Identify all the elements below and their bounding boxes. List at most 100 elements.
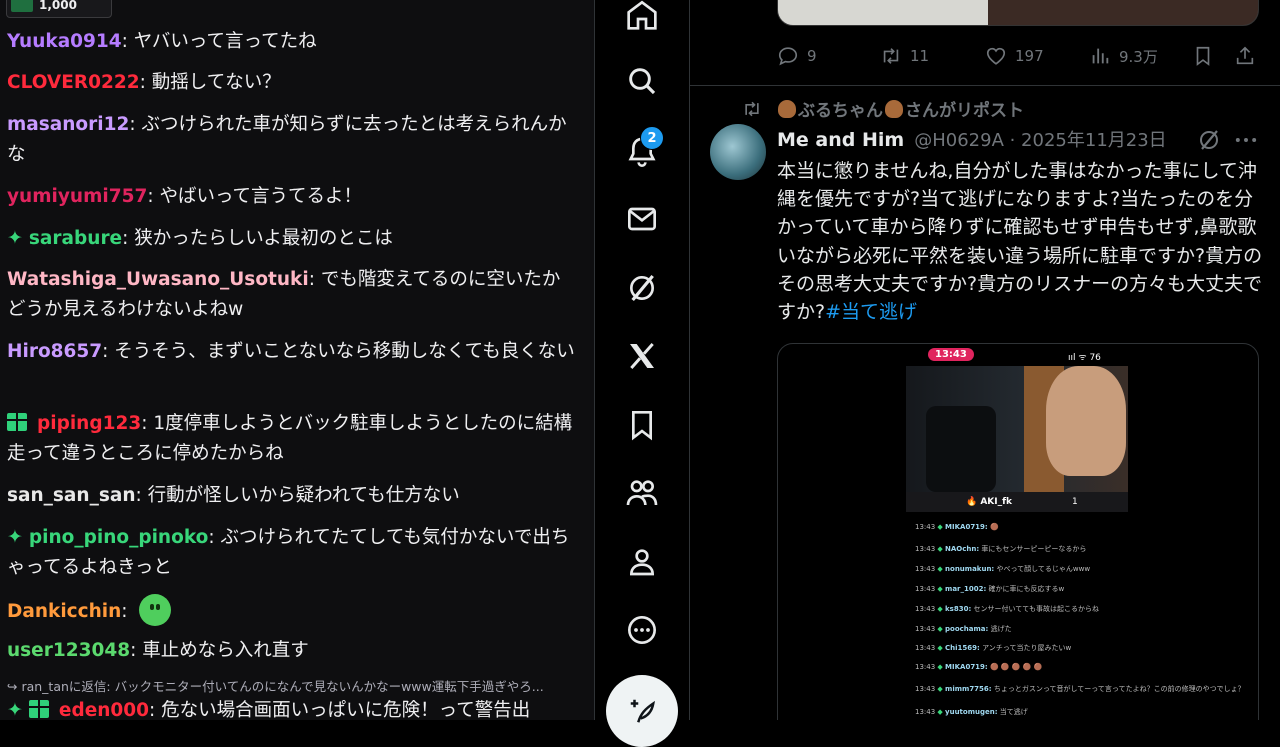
chat-message: Dankicchin: bbox=[7, 594, 577, 627]
embedded-chat-user: yuutomugen: bbox=[945, 708, 998, 716]
embedded-chat-line: 13:43 ◆ NAOchn: 車にもセンサーピーピーなるから bbox=[915, 544, 1086, 554]
media-left-part bbox=[778, 0, 988, 25]
chat-text: やばいって言うてるよ！ bbox=[159, 186, 363, 207]
chat-text: 危ない場合画面いっぱいに危険！って警告出 bbox=[161, 700, 531, 720]
embedded-chat-time: 13:43 bbox=[915, 565, 936, 573]
bookmark-icon bbox=[1196, 46, 1210, 66]
embedded-chat-text: センサー付いてても事故は起こるからね bbox=[973, 605, 1099, 613]
person-icon bbox=[629, 549, 655, 576]
chat-username[interactable]: yumiyumi757 bbox=[7, 186, 147, 207]
chat-username[interactable]: Watashiga_Uwasano_Usotuki bbox=[7, 269, 309, 290]
compose-post-button[interactable] bbox=[606, 675, 678, 747]
embedded-chat-line: 13:43 ◆ yuutomugen: 当て逃げ bbox=[915, 707, 1028, 717]
sparkle-badge-icon: ◆ bbox=[935, 708, 946, 716]
repost-icon bbox=[883, 48, 899, 64]
chat-username[interactable]: masanori12 bbox=[7, 114, 129, 135]
embedded-chat-user: MIKA0719: bbox=[945, 523, 988, 531]
embedded-chat-text: 当て逃げ bbox=[999, 708, 1028, 716]
embedded-chat-line: 13:43 ◆ MIKA0719: 🟤 bbox=[915, 523, 999, 531]
nav-communities[interactable] bbox=[620, 471, 664, 515]
x-logo-icon bbox=[630, 343, 654, 369]
chat-text: そうそう、まずいことないなら移動しなくても良くない bbox=[114, 341, 575, 362]
like-count: 197 bbox=[1015, 47, 1044, 65]
reply-button[interactable]: 9 bbox=[777, 40, 817, 72]
chat-top-badge[interactable]: 1,000 bbox=[6, 0, 112, 18]
search-icon bbox=[629, 68, 656, 95]
nav-bookmarks[interactable] bbox=[620, 403, 664, 447]
like-button[interactable]: 197 bbox=[985, 40, 1044, 72]
envelope-icon bbox=[628, 207, 656, 231]
post-text: 本当に懲りませんね,自分がした事はなかった事にして沖縄を優先ですが?当て逃げにな… bbox=[777, 157, 1267, 326]
embedded-chat-time: 13:43 bbox=[915, 663, 936, 671]
nav-messages[interactable] bbox=[620, 197, 664, 241]
feather-plus-icon bbox=[630, 699, 655, 723]
sparkle-badge-icon: ◆ bbox=[935, 685, 946, 693]
sparkle-badge-icon: ◆ bbox=[935, 545, 946, 553]
chat-message: yumiyumi757: やばいって言うてるよ！ bbox=[7, 186, 363, 207]
green-face-emote-icon bbox=[139, 594, 172, 626]
heart-icon bbox=[986, 47, 1006, 65]
repost-button[interactable]: 11 bbox=[880, 40, 929, 72]
embedded-chat-user: mimm7756: bbox=[945, 685, 992, 693]
chat-username[interactable]: Hiro8657 bbox=[7, 341, 102, 362]
chat-message: Watashiga_Uwasano_Usotuki: でも階変えてるのに空いたか… bbox=[7, 269, 561, 320]
nav-explore[interactable] bbox=[620, 59, 664, 103]
nav-premium[interactable] bbox=[620, 334, 664, 378]
embedded-chat-text: 🟤 🟤 🟤 🟤 🟤 bbox=[989, 663, 1043, 671]
author-handle-date[interactable]: @H0629A · 2025年11月23日 bbox=[914, 130, 1166, 151]
reposter-name: ぶるちゃん bbox=[798, 101, 883, 121]
share-button[interactable] bbox=[1234, 40, 1264, 72]
embedded-chat-line: 13:43 ◆ mar_1002: 確かに車にも反応するw bbox=[915, 584, 1064, 594]
nav-more[interactable] bbox=[620, 608, 664, 652]
sparkle-badge-icon: ✦ bbox=[7, 526, 23, 548]
previous-post-media[interactable] bbox=[777, 0, 1259, 26]
viewer-count: 1 bbox=[1072, 497, 1078, 507]
grok-icon[interactable] bbox=[1197, 128, 1221, 152]
chat-username[interactable]: sarabure bbox=[29, 228, 122, 249]
chat-text: ヤバいって言ってたね bbox=[133, 31, 317, 52]
hashtag-link[interactable]: #当て逃げ bbox=[825, 301, 917, 323]
previous-post-actions: 9 11 197 9.3万 bbox=[777, 40, 1257, 72]
timeline: 9 11 197 9.3万 ぶるちゃん さんがリポスト Me and Him @H… bbox=[690, 0, 1280, 720]
nav-profile[interactable] bbox=[620, 540, 664, 584]
embedded-chat-time: 13:43 bbox=[915, 644, 936, 652]
gift-badge-icon bbox=[28, 700, 49, 718]
chat-username[interactable]: Yuuka0914 bbox=[7, 31, 122, 52]
chat-message: Yuuka0914: ヤバいって言ってたね bbox=[7, 31, 317, 52]
chat-username[interactable]: eden000 bbox=[59, 700, 149, 720]
chat-username[interactable]: CLOVER0222 bbox=[7, 72, 140, 93]
reply-count: 9 bbox=[807, 47, 817, 65]
embedded-chat-user: NAOchn: bbox=[945, 545, 980, 553]
chat-username[interactable]: Dankicchin bbox=[7, 601, 121, 622]
chat-message: ✦ eden000: 危ない場合画面いっぱいに危険！って警告出 bbox=[7, 695, 577, 720]
chat-message: user123048: 車止めなら入れ直す bbox=[7, 640, 309, 661]
gift-badge-icon bbox=[7, 413, 27, 431]
bookmark-button[interactable] bbox=[1192, 40, 1222, 72]
post-separator bbox=[690, 85, 1280, 86]
embedded-chat-text: アンチって当たり屋みたいw bbox=[982, 644, 1072, 652]
chat-username[interactable]: user123048 bbox=[7, 640, 130, 661]
chat-username[interactable]: pino_pino_pinoko bbox=[29, 527, 208, 548]
post-media-screenshot[interactable]: 13:43 ııl ᯤ 76 🔥 AKI_fk 1 13:43 ◆ MIKA07… bbox=[777, 343, 1259, 720]
views-button[interactable]: 9.3万 bbox=[1089, 40, 1158, 72]
more-options-icon[interactable] bbox=[1232, 126, 1260, 154]
embedded-chat-text: 🟤 bbox=[989, 523, 999, 531]
nav-home[interactable] bbox=[620, 0, 664, 37]
chat-text: 行動が怪しいから疑われても仕方ない bbox=[147, 485, 460, 506]
repost-icon bbox=[745, 101, 759, 116]
sparkle-badge-icon: ✦ bbox=[7, 699, 23, 720]
repost-indicator[interactable]: ぶるちゃん さんがリポスト bbox=[742, 96, 1024, 121]
reply-context[interactable]: ↪ ran_tanに返信: バックモニター付いてんのになんで見ないんかなーwww… bbox=[7, 676, 544, 695]
author-avatar[interactable] bbox=[710, 124, 766, 180]
home-icon bbox=[627, 0, 657, 30]
chat-message: ✦ pino_pino_pinoko: ぶつけられてたてしても気付かないで出ちゃっ… bbox=[7, 522, 577, 583]
embedded-chat-user: ks830: bbox=[945, 605, 972, 613]
sparkle-badge-icon: ◆ bbox=[935, 605, 946, 613]
chat-username[interactable]: piping123 bbox=[37, 413, 141, 434]
sparkle-badge-icon: ◆ bbox=[935, 625, 946, 633]
chat-message: Hiro8657: そうそう、まずいことないなら移動しなくても良くない bbox=[7, 341, 575, 362]
nav-grok[interactable] bbox=[620, 266, 664, 310]
chat-username[interactable]: san_san_san bbox=[7, 485, 136, 506]
embedded-chat-text: やべって顔してるじゃんwww bbox=[996, 565, 1091, 573]
author-name[interactable]: Me and Him bbox=[777, 129, 904, 151]
